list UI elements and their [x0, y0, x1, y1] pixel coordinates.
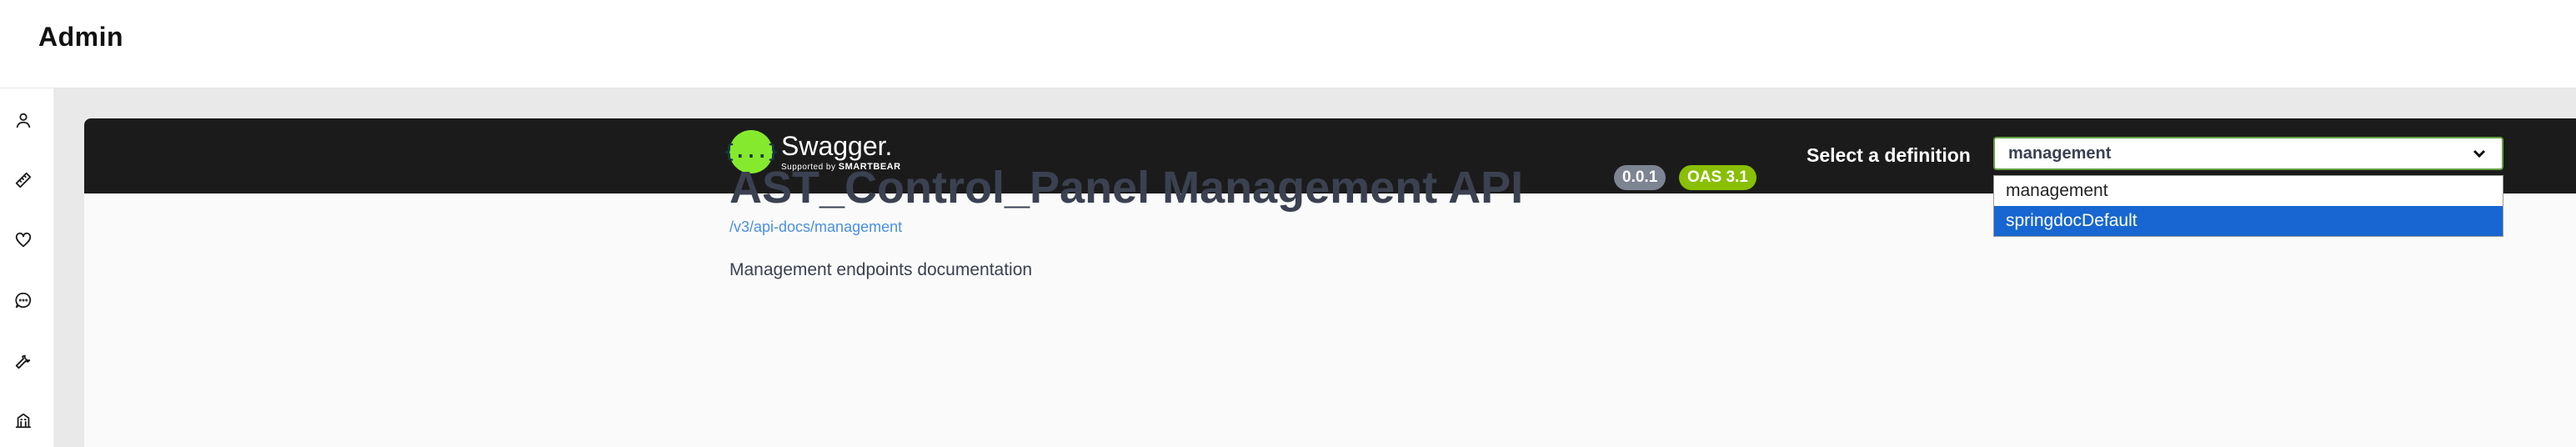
- ruler-icon[interactable]: [13, 170, 33, 190]
- swagger-logo-name: Swagger.: [781, 130, 893, 161]
- chevron-down-icon: [2472, 146, 2487, 161]
- wrench-icon[interactable]: [13, 350, 33, 370]
- swagger-panel: {...} Swagger. Supported by SMARTBEAR Se…: [84, 118, 2576, 447]
- api-description: Management endpoints documentation: [729, 260, 1033, 279]
- api-docs-link[interactable]: /v3/api-docs/management: [729, 218, 902, 236]
- api-title: AST_Control_Panel Management API: [729, 163, 1524, 213]
- sidebar: [0, 88, 54, 447]
- page-title: Admin: [38, 22, 124, 52]
- top-header: Admin: [0, 0, 2576, 88]
- definition-dropdown-list: management springdocDefault: [1993, 175, 2503, 237]
- oas-version-badge: OAS 3.1: [1679, 165, 1757, 190]
- heart-icon[interactable]: [13, 230, 33, 250]
- dropdown-option-management[interactable]: management: [1994, 176, 2503, 206]
- definition-select-value: management: [2008, 143, 2112, 163]
- user-icon[interactable]: [13, 110, 33, 130]
- building-icon[interactable]: [13, 410, 33, 430]
- chat-icon[interactable]: [13, 290, 33, 310]
- definition-select-label: Select a definition: [1807, 144, 1971, 166]
- dropdown-option-springdocdefault[interactable]: springdocDefault: [1994, 206, 2503, 236]
- definition-select[interactable]: management: [1993, 137, 2503, 170]
- version-badge: 0.0.1: [1614, 165, 1666, 190]
